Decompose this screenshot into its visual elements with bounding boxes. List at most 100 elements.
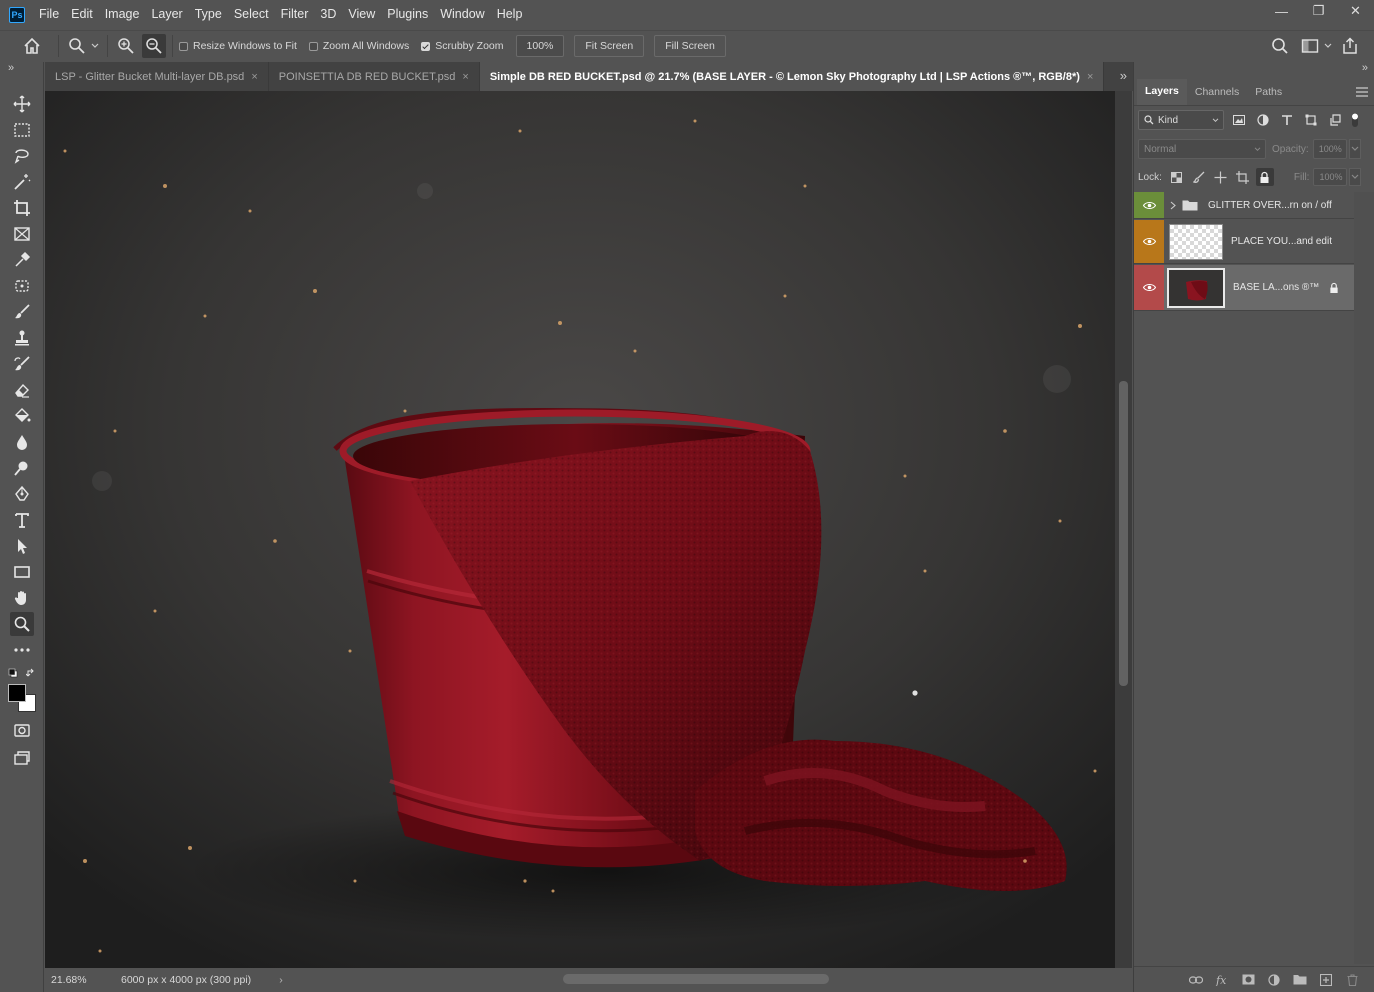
fit-screen-button[interactable]: Fit Screen: [574, 35, 645, 57]
layers-scrollbar[interactable]: [1354, 192, 1374, 964]
close-icon[interactable]: ×: [1087, 71, 1093, 83]
horizontal-scrollbar[interactable]: [335, 972, 1125, 986]
default-colors-icon[interactable]: [8, 667, 18, 678]
add-mask-icon[interactable]: [1235, 970, 1261, 990]
lock-image-pixels-icon[interactable]: [1190, 168, 1208, 186]
rectangle-tool-icon[interactable]: [10, 560, 34, 584]
hand-tool-icon[interactable]: [10, 586, 34, 610]
share-icon[interactable]: [1338, 34, 1362, 58]
link-layers-icon[interactable]: [1183, 970, 1209, 990]
vertical-scroll-thumb[interactable]: [1119, 381, 1128, 686]
scrubby-zoom-checkbox[interactable]: Scrubby Zoom: [421, 40, 504, 52]
opacity-input[interactable]: 100%: [1312, 139, 1347, 159]
chevron-down-icon[interactable]: [1348, 139, 1361, 159]
close-icon[interactable]: ×: [251, 71, 257, 83]
menu-edit[interactable]: Edit: [65, 0, 99, 29]
tab-channels[interactable]: Channels: [1187, 79, 1247, 105]
search-icon[interactable]: [1268, 34, 1292, 58]
crop-tool-icon[interactable]: [10, 196, 34, 220]
adjustment-layer-icon[interactable]: [1261, 970, 1287, 990]
zoom-in-icon[interactable]: [114, 34, 138, 58]
zoom-out-icon[interactable]: [142, 34, 166, 58]
fill-input[interactable]: 100%: [1313, 168, 1348, 186]
menu-image[interactable]: Image: [99, 0, 146, 29]
menu-file[interactable]: File: [33, 0, 65, 29]
horizontal-scroll-thumb[interactable]: [563, 974, 829, 984]
pen-tool-icon[interactable]: [10, 482, 34, 506]
document-canvas[interactable]: [45, 91, 1115, 968]
dodge-tool-icon[interactable]: [10, 456, 34, 480]
tab-overflow-icon[interactable]: »: [1120, 68, 1127, 83]
screen-mode-icon[interactable]: [10, 746, 34, 770]
lock-all-icon[interactable]: [1255, 168, 1274, 186]
checkbox-box[interactable]: [308, 41, 318, 51]
lock-transparent-pixels-icon[interactable]: [1168, 168, 1186, 186]
zoom-all-windows-checkbox[interactable]: Zoom All Windows: [308, 40, 409, 52]
eye-icon[interactable]: [1134, 192, 1164, 218]
tab-layers[interactable]: Layers: [1137, 79, 1187, 105]
path-selection-tool-icon[interactable]: [10, 534, 34, 558]
menu-view[interactable]: View: [342, 0, 381, 29]
panel-menu-icon[interactable]: [1356, 79, 1368, 105]
marquee-tool-icon[interactable]: [10, 118, 34, 142]
new-group-icon[interactable]: [1287, 970, 1313, 990]
eye-icon[interactable]: [1134, 265, 1164, 310]
eye-icon[interactable]: [1134, 220, 1164, 263]
type-filter-icon[interactable]: [1278, 111, 1296, 129]
paint-bucket-tool-icon[interactable]: [10, 404, 34, 428]
adjustment-filter-icon[interactable]: [1254, 111, 1272, 129]
frame-tool-icon[interactable]: [10, 222, 34, 246]
zoom-tool-preset-icon[interactable]: [65, 34, 89, 58]
document-tab-active[interactable]: Simple DB RED BUCKET.psd @ 21.7% (BASE L…: [479, 62, 1105, 91]
magic-wand-tool-icon[interactable]: [10, 170, 34, 194]
document-tab[interactable]: LSP - Glitter Bucket Multi-layer DB.psd …: [45, 62, 269, 91]
shape-filter-icon[interactable]: [1302, 111, 1320, 129]
close-button[interactable]: ✕: [1337, 0, 1374, 22]
lock-position-icon[interactable]: [1212, 168, 1230, 186]
chevron-right-icon[interactable]: ›: [279, 974, 283, 986]
clone-stamp-tool-icon[interactable]: [10, 326, 34, 350]
menu-filter[interactable]: Filter: [275, 0, 315, 29]
collapse-toolbar-icon[interactable]: »: [8, 62, 14, 74]
chevron-down-icon[interactable]: [1349, 168, 1362, 186]
menu-select[interactable]: Select: [228, 0, 275, 29]
history-brush-tool-icon[interactable]: [10, 352, 34, 376]
smart-object-filter-icon[interactable]: [1326, 111, 1344, 129]
collapse-panel-icon[interactable]: »: [1362, 62, 1368, 74]
menu-plugins[interactable]: Plugins: [381, 0, 434, 29]
resize-windows-checkbox[interactable]: Resize Windows to Fit: [179, 40, 297, 52]
foreground-color-swatch[interactable]: [8, 684, 26, 702]
tab-paths[interactable]: Paths: [1247, 79, 1290, 105]
menu-help[interactable]: Help: [491, 0, 529, 29]
move-tool-icon[interactable]: [10, 92, 34, 116]
layer-style-icon[interactable]: fx: [1209, 970, 1235, 990]
chevron-down-icon[interactable]: [89, 34, 101, 58]
brush-tool-icon[interactable]: [10, 300, 34, 324]
quick-mask-icon[interactable]: [10, 718, 34, 742]
checkbox-box-checked[interactable]: [421, 41, 431, 51]
eraser-tool-icon[interactable]: [10, 378, 34, 402]
minimize-button[interactable]: —: [1263, 0, 1300, 22]
layer-row-group[interactable]: GLITTER OVER...rn on / off: [1134, 192, 1354, 219]
menu-window[interactable]: Window: [434, 0, 490, 29]
pixel-filter-icon[interactable]: [1230, 111, 1248, 129]
chevron-down-icon[interactable]: [1322, 34, 1334, 58]
menu-type[interactable]: Type: [189, 0, 228, 29]
menu-3d[interactable]: 3D: [314, 0, 342, 29]
lock-artboard-icon[interactable]: [1234, 168, 1252, 186]
fill-screen-button[interactable]: Fill Screen: [654, 35, 726, 57]
vertical-scrollbar[interactable]: [1115, 91, 1132, 968]
lasso-tool-icon[interactable]: [10, 144, 34, 168]
zoom-tool-icon[interactable]: [10, 612, 34, 636]
home-icon[interactable]: [20, 34, 44, 58]
type-tool-icon[interactable]: [10, 508, 34, 532]
restore-button[interactable]: ❐: [1300, 0, 1337, 22]
filter-kind-dropdown[interactable]: Kind: [1138, 110, 1224, 130]
layer-row-placeholder[interactable]: PLACE YOU...and edit: [1134, 220, 1354, 264]
checkbox-box[interactable]: [179, 41, 188, 51]
chevron-right-icon[interactable]: [1170, 201, 1176, 210]
zoom-value-field[interactable]: 100%: [515, 35, 565, 57]
close-icon[interactable]: ×: [462, 71, 468, 83]
filter-toggle-icon[interactable]: [1350, 111, 1360, 129]
swap-colors-icon[interactable]: [25, 667, 36, 677]
